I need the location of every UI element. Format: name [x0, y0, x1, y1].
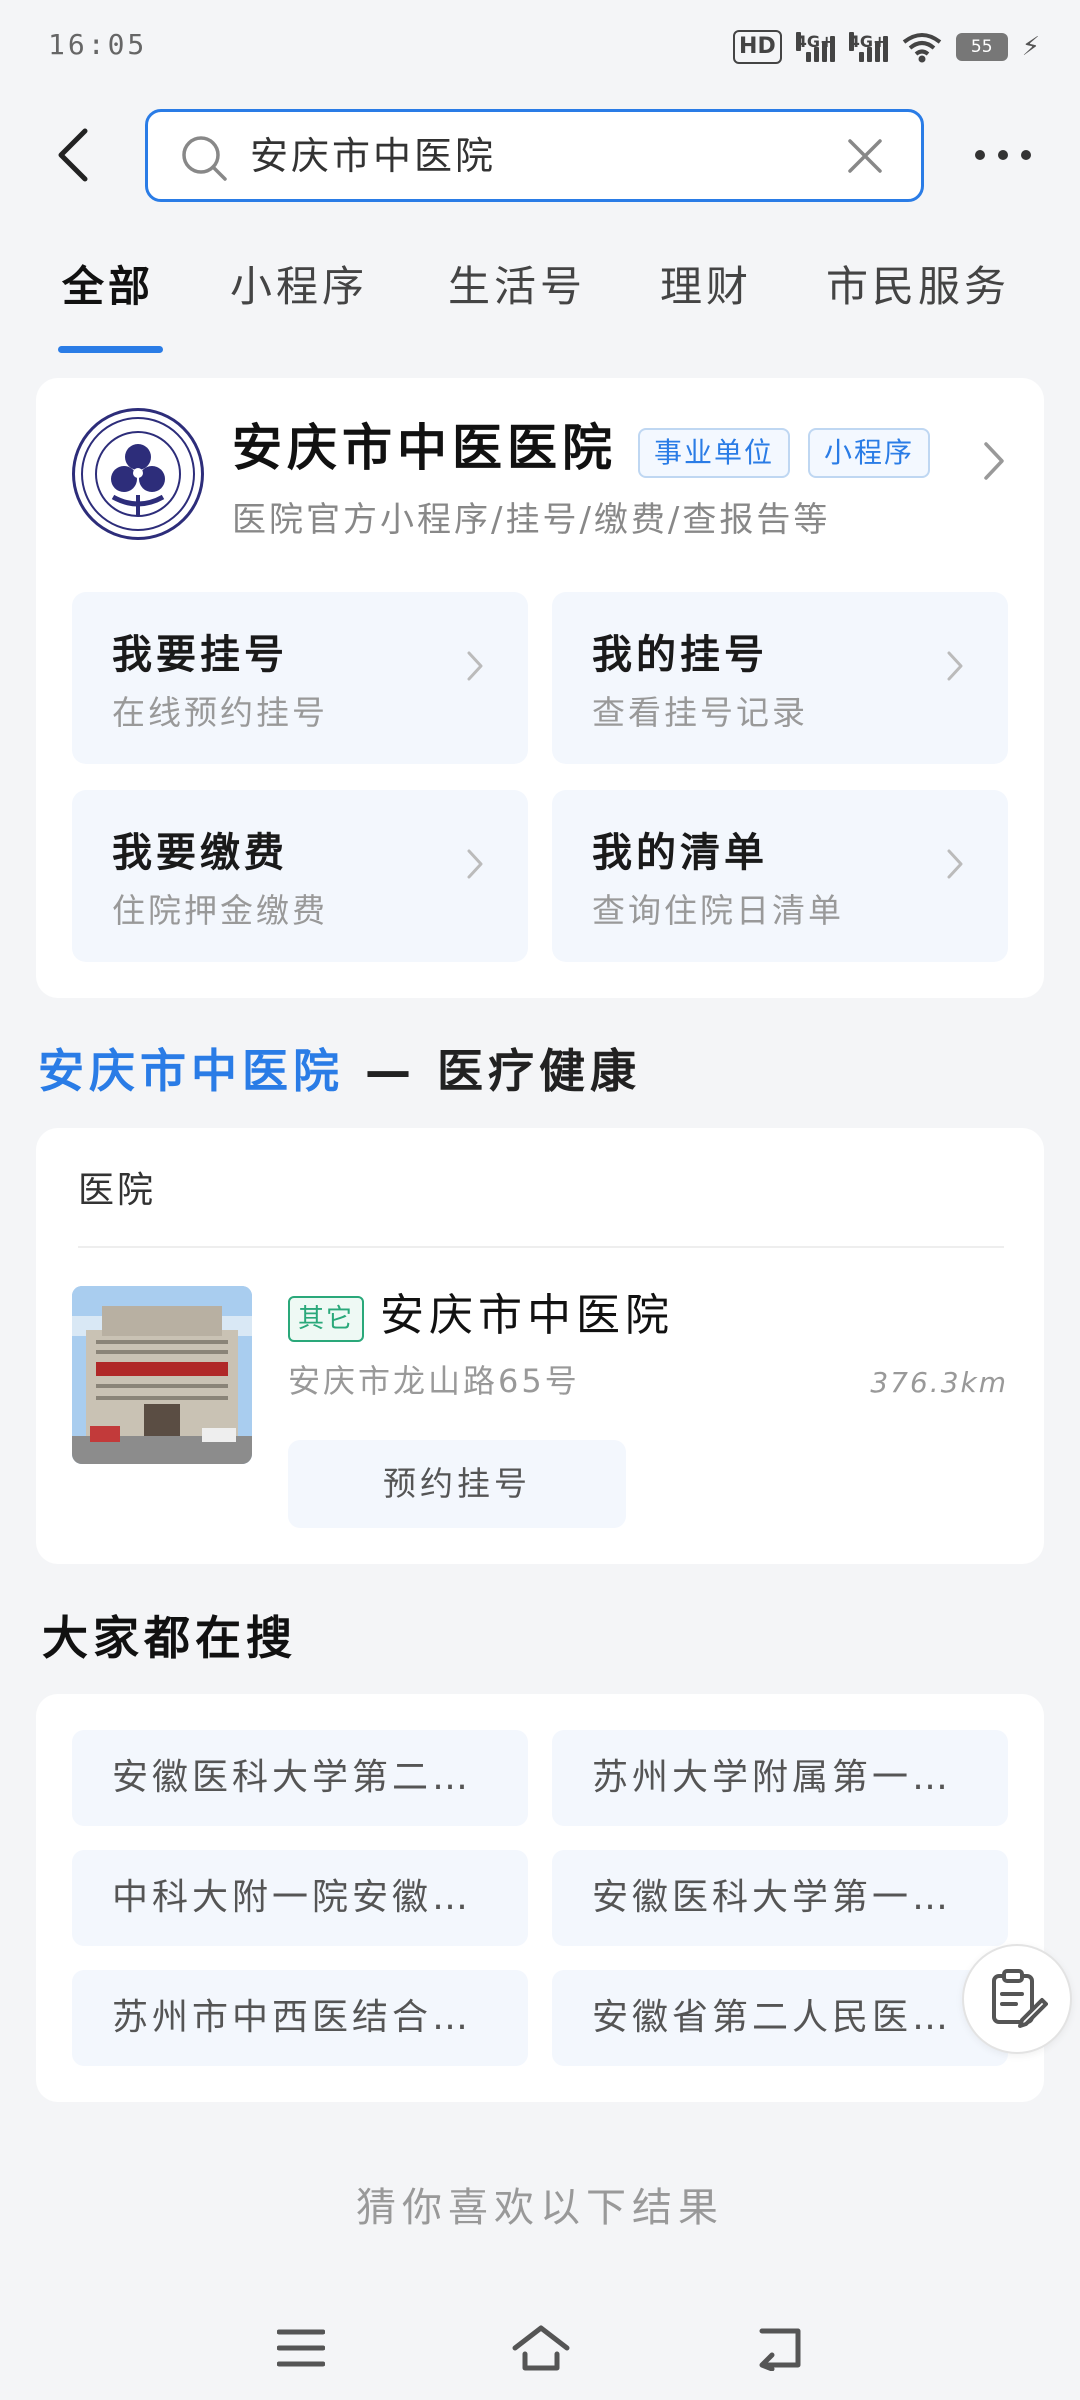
service-payment-button[interactable]: 我要缴费 住院押金缴费 — [72, 790, 528, 962]
hospital-result-card[interactable]: 医院 其它 安庆市中医院 安庆市龙山路65号 376.3km 预约挂号 — [36, 1128, 1044, 1564]
wifi-icon — [902, 33, 941, 63]
popular-search-item[interactable]: 苏州大学附属第一… — [552, 1730, 1008, 1826]
tab-mini-programs[interactable]: 小程序 — [230, 252, 368, 322]
service-title: 我要缴费 — [112, 830, 288, 876]
hospital-photo — [72, 1286, 252, 1464]
section-title-highlight: 安庆市中医院 — [38, 1044, 344, 1098]
section-title-separator: — — [344, 1044, 438, 1098]
system-navigation-bar — [0, 2290, 1080, 2400]
service-title: 我要挂号 — [112, 632, 288, 678]
hospital-address: 安庆市龙山路65号 — [288, 1362, 580, 1400]
back-nav-button[interactable] — [746, 2318, 816, 2378]
badge-mini-program: 小程序 — [808, 428, 931, 478]
badge-public-institution: 事业单位 — [638, 428, 791, 478]
tab-all[interactable]: 全部 — [62, 252, 154, 322]
charging-icon: ⚡ — [1021, 32, 1040, 62]
chevron-right-icon — [467, 849, 483, 879]
edit-note-icon — [992, 1969, 1048, 2028]
tab-life-accounts[interactable]: 生活号 — [448, 252, 586, 322]
home-icon — [512, 2325, 570, 2371]
hd-icon: HD — [733, 30, 782, 64]
tab-active-indicator — [58, 346, 163, 353]
home-button[interactable] — [506, 2318, 576, 2378]
chevron-right-icon — [947, 651, 963, 681]
more-dots-icon — [998, 150, 1008, 160]
popular-search-item[interactable]: 苏州市中西医结合… — [72, 1970, 528, 2066]
more-options-button[interactable] — [975, 130, 1031, 180]
popular-search-item[interactable]: 安徽省第二人民医… — [552, 1970, 1008, 2066]
menu-button[interactable] — [266, 2318, 336, 2378]
hospital-category-label: 医院 — [78, 1170, 157, 1211]
chevron-right-icon — [467, 651, 483, 681]
tab-bar: 全部 小程序 生活号 理财 市民服务 — [0, 252, 1080, 353]
service-subtitle: 住院押金缴费 — [112, 891, 328, 930]
return-icon — [759, 2328, 801, 2371]
battery-icon: 55 — [955, 33, 1008, 61]
menu-icon — [277, 2329, 325, 2367]
recommendations-header: 猜你喜欢以下结果 — [356, 2185, 724, 2231]
signal-label: 4G+ — [795, 32, 834, 51]
hospital-logo — [72, 408, 204, 540]
hospital-result-name[interactable]: 安庆市中医院 — [380, 1288, 674, 1344]
status-time: 16:05 — [48, 28, 148, 61]
chevron-right-icon — [984, 442, 1004, 480]
tab-citizen-services[interactable]: 市民服务 — [826, 252, 1010, 322]
service-subtitle: 查看挂号记录 — [592, 693, 808, 732]
status-icons: HD 4G+ 4G+ 55 ⚡ — [733, 30, 1040, 64]
signal-icon: 4G+ — [795, 32, 835, 62]
popular-search-item[interactable]: 中科大附一院安徽… — [72, 1850, 528, 1946]
hospital-type-tag: 其它 — [288, 1296, 365, 1342]
service-my-bill-button[interactable]: 我的清单 查询住院日清单 — [552, 790, 1008, 962]
section-title: 安庆市中医院 — 医疗健康 — [38, 1040, 641, 1102]
search-icon — [182, 136, 227, 181]
popular-search-item[interactable]: 安徽医科大学第二… — [72, 1730, 528, 1826]
close-icon[interactable] — [847, 138, 883, 174]
chevron-right-icon — [947, 849, 963, 879]
hospital-description: 医院官方小程序/挂号/缴费/查报告等 — [232, 500, 831, 540]
more-dots-icon — [975, 150, 985, 160]
popular-searches-title: 大家都在搜 — [42, 1611, 297, 1665]
service-my-registrations-button[interactable]: 我的挂号 查看挂号记录 — [552, 592, 1008, 764]
hospital-distance: 376.3km — [870, 1366, 1008, 1399]
back-button[interactable] — [46, 120, 100, 190]
chevron-left-icon — [58, 128, 88, 182]
service-subtitle: 在线预约挂号 — [112, 693, 328, 732]
hospital-name: 安庆市中医医院 — [232, 419, 617, 477]
search-query: 安庆市中医院 — [250, 134, 497, 178]
service-subtitle: 查询住院日清单 — [592, 891, 844, 930]
divider — [78, 1246, 1004, 1248]
tab-finance[interactable]: 理财 — [660, 252, 752, 322]
search-input[interactable]: 安庆市中医院 — [145, 109, 924, 202]
service-register-button[interactable]: 我要挂号 在线预约挂号 — [72, 592, 528, 764]
book-appointment-button[interactable]: 预约挂号 — [288, 1440, 626, 1528]
service-title: 我的清单 — [592, 830, 768, 876]
service-title: 我的挂号 — [592, 632, 768, 678]
section-title-category: 医疗健康 — [437, 1044, 642, 1098]
signal-label: 4G+ — [848, 32, 887, 51]
popular-search-item[interactable]: 安徽医科大学第一… — [552, 1850, 1008, 1946]
more-dots-icon — [1021, 150, 1031, 160]
status-bar: 16:05 HD 4G+ 4G+ 55 ⚡ — [0, 0, 1080, 96]
screen: 16:05 HD 4G+ 4G+ 55 ⚡ 安庆市中医院 全部 小程序 生活号 … — [0, 0, 1080, 2400]
popular-searches-card: 安徽医科大学第二… 苏州大学附属第一… 中科大附一院安徽… 安徽医科大学第一… … — [36, 1694, 1044, 2102]
hospital-mini-program-card[interactable]: 安庆市中医医院 事业单位 小程序 医院官方小程序/挂号/缴费/查报告等 我要挂号… — [36, 378, 1044, 998]
feedback-button[interactable] — [962, 1944, 1072, 2054]
signal-icon: 4G+ — [848, 32, 888, 62]
